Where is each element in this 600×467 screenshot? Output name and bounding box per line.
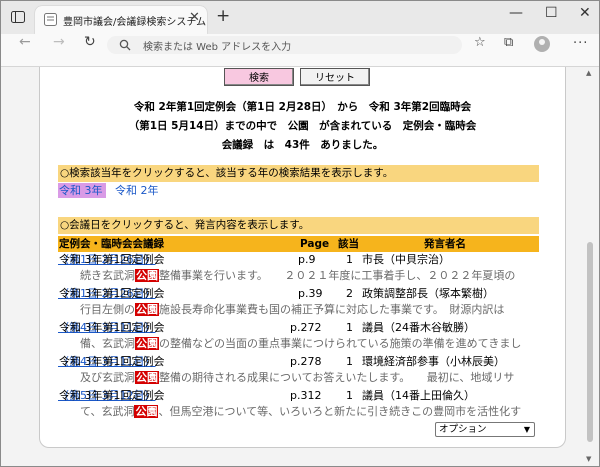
row-page: p.272 bbox=[290, 321, 322, 334]
header-speaker: 発言者名 bbox=[424, 238, 466, 250]
snippet-before: 及び玄武洞 bbox=[80, 371, 135, 384]
keyword-highlight: 公園 bbox=[134, 405, 159, 418]
row-hits: 1 bbox=[346, 355, 353, 368]
browser-toolbar: ← → ↻ 検索または Web アドレスを入力 ☆ ⧉ ··· bbox=[1, 34, 599, 67]
more-icon[interactable]: ··· bbox=[573, 36, 588, 51]
row-hits: 1 bbox=[346, 389, 353, 402]
year-links: 令和 3年 令和 2年 bbox=[58, 182, 159, 199]
table-row: 令和 3年第1回定例会 （第1日 2月26日） p.39 2 政策調整部長（塚本… bbox=[58, 286, 539, 302]
table-row: 令和 3年第1回定例会 （第5日 3月12日） p.312 1 議員（14番上田… bbox=[58, 388, 539, 404]
new-tab-button[interactable]: + bbox=[216, 6, 230, 26]
results-table-header: 定例会・臨時会会議録 Page 該当 発言者名 bbox=[58, 236, 539, 252]
row-snippet: 及び玄武洞公園整備の期待される成果についてお答えいたします。 最初に、地域リサ bbox=[58, 370, 539, 386]
year-instruction-banner: ○検索該当年をクリックすると、該当する年の検索結果を表示します。 bbox=[58, 165, 539, 182]
row-page: p.9 bbox=[298, 253, 316, 266]
keyword-highlight: 公園 bbox=[135, 303, 159, 316]
row-speaker: 環境経済部参事（小林辰美） bbox=[362, 355, 505, 368]
snippet-before: て、玄武洞 bbox=[80, 405, 135, 418]
snippet-before: 続き玄武洞 bbox=[80, 269, 135, 282]
page-scrollbar[interactable]: ▲ ▼ bbox=[585, 67, 595, 466]
search-button[interactable]: 検索 bbox=[224, 68, 294, 86]
maximize-button[interactable]: ☐ bbox=[545, 5, 558, 21]
keyword-highlight: 公園 bbox=[135, 337, 159, 350]
row-hits: 1 bbox=[346, 253, 353, 266]
row-meeting: 令和 3年第1回定例会 bbox=[59, 321, 165, 334]
row-snippet: 行目左側の公園施設長寿命化事業費も国の補正予算に対応した事業です。 財源内訳は bbox=[58, 302, 539, 318]
table-row: 令和 3年第1回定例会 （第4日 3月11日） p.278 1 環境経済部参事（… bbox=[58, 354, 539, 370]
row-page: p.278 bbox=[290, 355, 322, 368]
snippet-before: 備、玄武洞 bbox=[80, 337, 135, 350]
row-page: p.312 bbox=[290, 389, 322, 402]
year-link-reiwa-2[interactable]: 令和 2年 bbox=[115, 184, 159, 197]
sidebar-icon[interactable] bbox=[11, 11, 25, 23]
keyword-highlight: 公園 bbox=[135, 371, 159, 384]
page-viewport: 検索 リセット 令和 2年第1回定例会（第1日 2月28日） から 令和 3年第… bbox=[1, 67, 599, 466]
table-row: 令和 3年第1回定例会 （第1日 2月26日） p.9 1 市長（中貝宗治） bbox=[58, 252, 539, 268]
row-speaker: 議員（24番木谷敏勝） bbox=[362, 321, 475, 334]
option-select-value: オプション bbox=[439, 424, 487, 435]
snippet-after: 、但馬空港について等、いろいろと新たに引き続きこの豊岡市を活性化す bbox=[158, 405, 522, 418]
row-meeting: 令和 3年第1回定例会 bbox=[59, 355, 165, 368]
results-instruction-banner: ○会議日をクリックすると、発言内容を表示します。 bbox=[58, 217, 539, 234]
reset-button[interactable]: リセット bbox=[300, 68, 370, 86]
scroll-up-icon[interactable]: ▲ bbox=[586, 69, 591, 77]
snippet-after: 整備事業を行います。 ２０２１年度に工事着手し、２０２２年夏頃の bbox=[159, 269, 516, 282]
search-results-panel: 検索 リセット 令和 2年第1回定例会（第1日 2月28日） から 令和 3年第… bbox=[39, 67, 566, 448]
favorites-star-icon[interactable]: ☆ bbox=[474, 35, 486, 50]
row-snippet: て、玄武洞公園、但馬空港について等、いろいろと新たに引き続きこの豊岡市を活性化す bbox=[58, 404, 539, 420]
row-speaker: 市長（中貝宗治） bbox=[362, 253, 450, 266]
table-row: 令和 3年第1回定例会 （第4日 3月11日） p.272 1 議員（24番木谷… bbox=[58, 320, 539, 336]
page-favicon-icon bbox=[44, 13, 57, 26]
forward-arrow-icon[interactable]: → bbox=[53, 34, 65, 50]
snippet-after: の整備などの当面の重点事業につけられている施策の準備を進めてきまし bbox=[159, 337, 522, 350]
close-window-button[interactable]: ✕ bbox=[579, 5, 591, 21]
summary-line-1: 令和 2年第1回定例会（第1日 2月28日） から 令和 3年第2回臨時会 bbox=[133, 101, 472, 113]
year-link-reiwa-3[interactable]: 令和 3年 bbox=[58, 183, 106, 198]
row-hits: 2 bbox=[346, 287, 353, 300]
minimize-button[interactable]: — bbox=[509, 5, 523, 21]
address-placeholder: 検索または Web アドレスを入力 bbox=[143, 42, 292, 53]
row-meeting: 令和 3年第1回定例会 bbox=[59, 389, 165, 402]
row-hits: 1 bbox=[346, 321, 353, 334]
scrollbar-thumb[interactable] bbox=[587, 242, 593, 442]
summary-line-3: 会議録 は 43件 ありました。 bbox=[221, 139, 384, 151]
snippet-after: 施設長寿命化事業費も国の補正予算に対応した事業です。 財源内訳は bbox=[159, 303, 505, 316]
row-snippet: 備、玄武洞公園の整備などの当面の重点事業につけられている施策の準備を進めてきまし bbox=[58, 336, 539, 352]
scroll-down-icon[interactable]: ▼ bbox=[586, 455, 591, 463]
chevron-down-icon: ▼ bbox=[523, 425, 530, 434]
keyword-highlight: 公園 bbox=[135, 269, 159, 282]
tab-close-icon[interactable]: ✕ bbox=[189, 10, 200, 25]
row-meeting: 令和 3年第1回定例会 bbox=[59, 287, 165, 300]
header-page: Page bbox=[300, 238, 330, 250]
summary-line-2: （第1日 5月14日）までの中で 公園 が含まれている 定例会・臨時会 bbox=[128, 120, 477, 132]
tab-meeting-search[interactable]: 豊岡市議会/会議録検索システム ✕ bbox=[35, 6, 207, 34]
refresh-icon[interactable]: ↻ bbox=[84, 34, 96, 50]
search-summary: 令和 2年第1回定例会（第1日 2月28日） から 令和 3年第2回臨時会 （第… bbox=[40, 98, 565, 155]
tab-title: 豊岡市議会/会議録検索システム bbox=[63, 17, 207, 28]
snippet-after: 整備の期待される成果についてお答えいたします。 最初に、地域リサ bbox=[159, 371, 515, 384]
profile-icon[interactable] bbox=[534, 36, 550, 52]
option-select[interactable]: オプション ▼ bbox=[435, 422, 535, 437]
back-arrow-icon[interactable]: ← bbox=[19, 34, 31, 50]
row-meeting: 令和 3年第1回定例会 bbox=[59, 253, 165, 266]
browser-window: 豊岡市議会/会議録検索システム ✕ + — ☐ ✕ ← → ↻ 検索または We… bbox=[0, 0, 600, 467]
header-hits: 該当 bbox=[338, 238, 359, 250]
row-speaker: 議員（14番上田倫久） bbox=[362, 389, 475, 402]
row-snippet: 続き玄武洞公園整備事業を行います。 ２０２１年度に工事着手し、２０２２年夏頃の bbox=[58, 268, 539, 284]
address-bar[interactable]: 検索または Web アドレスを入力 bbox=[107, 36, 462, 54]
collections-icon[interactable]: ⧉ bbox=[504, 35, 513, 50]
snippet-before: 行目左側の bbox=[80, 303, 135, 316]
header-meeting: 定例会・臨時会会議録 bbox=[59, 238, 164, 250]
search-icon bbox=[119, 39, 131, 51]
row-speaker: 政策調整部長（塚本繁樹） bbox=[362, 287, 494, 300]
tab-strip: 豊岡市議会/会議録検索システム ✕ + — ☐ ✕ bbox=[1, 1, 599, 34]
row-page: p.39 bbox=[298, 287, 323, 300]
